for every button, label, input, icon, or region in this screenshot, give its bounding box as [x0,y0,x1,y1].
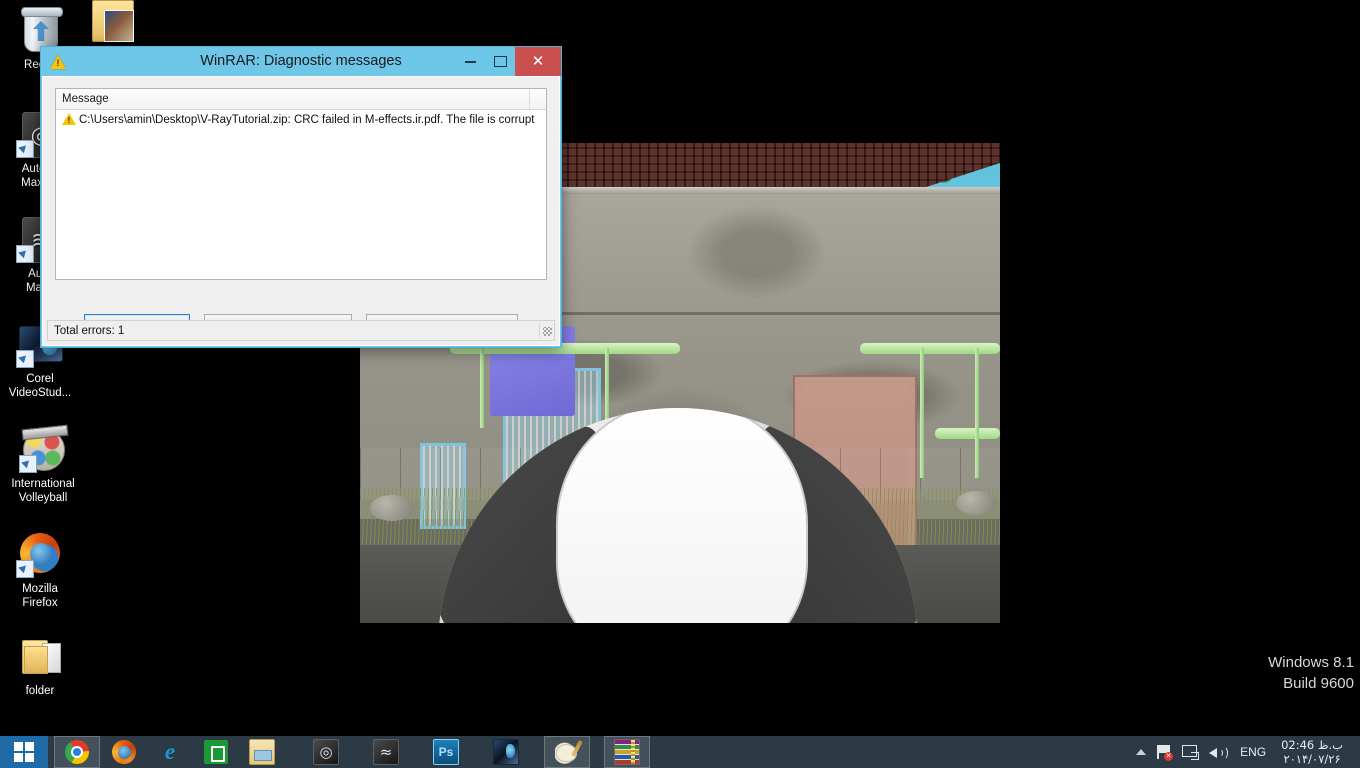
taskbar-item-firefox[interactable] [102,737,146,767]
render-rock [956,491,996,515]
internet-explorer-icon: e [164,739,176,764]
clock-date: ۲۰۱۴/۰۷/۲۶ [1283,752,1341,766]
maya-icon: ≈ [373,739,399,765]
taskbar-item-paint[interactable] [544,736,590,768]
watermark-line1: Windows 8.1 [1268,654,1354,671]
ball-panel-white [556,408,808,623]
render-soccer-ball [438,408,918,623]
render-railing-post [920,348,924,478]
network-icon [1182,744,1200,760]
language-indicator[interactable]: ENG [1232,736,1274,768]
taskbar-item-corel-videostudio[interactable] [484,737,528,767]
chevron-up-icon [1136,749,1147,755]
render-railing [860,343,1000,354]
dialog-titlebar[interactable]: WinRAR: Diagnostic messages ✕ [41,47,561,76]
taskbar-item-file-explorer[interactable] [240,737,284,767]
taskbar-item-winrar[interactable] [604,736,650,768]
volume-button[interactable] [1204,736,1232,768]
file-explorer-icon [249,739,275,765]
taskbar-item-windows-store[interactable] [194,737,238,767]
taskbar-item-maya[interactable]: ≈ [364,737,408,767]
paint-icon [555,740,579,764]
folder-thumbnail [104,10,134,42]
render-railing-post [480,348,484,428]
windows-logo-icon [14,742,34,762]
status-text: Total errors: 1 [54,324,125,337]
desktop-icon-label: folder [25,685,55,697]
screen: Recyc ◎ Autode Max 20 ≋ Auto Maya [0,0,1360,768]
system-tray: ✕ ENG 02:46 ب.ظ ۲۰۱۴/۰۷/۲۶ [1131,736,1360,768]
render-railing-post [975,348,979,478]
minimize-button[interactable] [455,47,485,76]
windows-store-icon [204,740,228,764]
windows-watermark: Windows 8.1 Build 9600 [1268,652,1354,694]
close-button[interactable]: ✕ [515,47,561,76]
warning-icon [50,54,66,70]
firefox-icon [112,740,136,764]
render-railing-post [605,348,609,428]
dialog-statusbar: Total errors: 1 [47,320,555,341]
action-center-button[interactable]: ✕ [1151,736,1177,768]
show-hidden-icons-button[interactable] [1131,736,1151,768]
chrome-icon [65,740,89,764]
message-list-header: Message [56,89,546,110]
winrar-icon [614,739,640,765]
desktop-icon-folder-top[interactable] [88,0,144,46]
flag-icon: ✕ [1156,744,1174,761]
taskbar-item-photoshop[interactable]: Ps [424,737,468,767]
warning-icon [62,113,76,126]
desktop-icon-label-line2: Firefox [22,597,58,609]
3ds-max-icon: ◎ [313,739,339,765]
taskbar-items: e ◎ ≈ Ps [54,736,652,768]
table-row[interactable]: C:\Users\amin\Desktop\V-RayTutorial.zip:… [56,110,546,129]
watermark-line2: Build 9600 [1283,675,1354,692]
volume-icon [1209,745,1229,760]
desktop-icon-label-line1: Mozilla [22,583,58,595]
corel-videostudio-icon [493,739,519,765]
desktop-icon-label-line1: International [11,478,75,490]
minimize-icon [464,60,476,63]
render-rock [370,495,414,521]
maximize-button[interactable] [485,47,515,76]
resize-grip[interactable] [539,323,554,338]
maximize-icon [493,56,507,67]
taskbar[interactable]: e ◎ ≈ Ps ✕ ENG 02:46 ب.ظ ۲۰۱۴/۰۷/۲۶ [0,736,1360,768]
message-list[interactable]: Message C:\Users\amin\Desktop\V-RayTutor… [55,88,547,280]
column-header-message[interactable]: Message [56,89,530,109]
column-header-extra[interactable] [530,89,546,109]
start-button[interactable] [0,736,48,768]
clock-time: 02:46 ب.ظ [1281,738,1343,752]
clock[interactable]: 02:46 ب.ظ ۲۰۱۴/۰۷/۲۶ [1274,736,1354,768]
message-text: C:\Users\amin\Desktop\V-RayTutorial.zip:… [79,113,535,126]
firefox-icon [16,530,64,578]
taskbar-item-chrome[interactable] [54,736,100,768]
taskbar-item-3ds-max[interactable]: ◎ [304,737,348,767]
close-icon: ✕ [531,52,545,70]
desktop-icon-label-line1: Corel [26,373,54,385]
network-button[interactable] [1177,736,1204,768]
desktop-icon-firefox[interactable]: Mozilla Firefox [0,530,80,610]
desktop-icon-international-volleyball[interactable]: International Volleyball [0,425,88,505]
winrar-diagnostic-messages-dialog[interactable]: WinRAR: Diagnostic messages ✕ Message [40,46,562,348]
taskbar-item-internet-explorer[interactable]: e [148,737,192,767]
photoshop-icon: Ps [433,739,459,765]
window-controls: ✕ [455,47,561,76]
volleyball-game-icon [19,425,67,473]
render-railing [935,428,1000,439]
folder-icon [16,632,64,680]
desktop-icon-folder[interactable]: folder [0,632,80,698]
desktop-icon-label-line2: Volleyball [18,492,68,504]
dialog-body: Message C:\Users\amin\Desktop\V-RayTutor… [42,76,560,346]
desktop-icon-label-line2: VideoStud... [8,387,72,399]
